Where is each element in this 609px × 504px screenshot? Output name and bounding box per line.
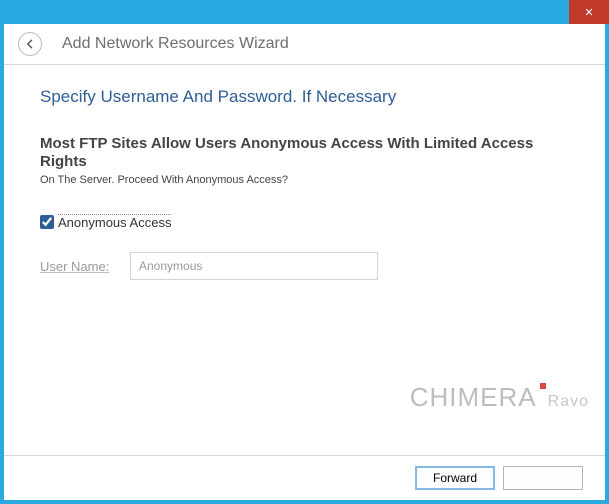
next-disabled-button <box>503 466 583 490</box>
arrow-left-icon <box>24 38 36 50</box>
watermark-main: CHIMERA <box>410 382 537 413</box>
header: Add Network Resources Wizard <box>4 24 605 65</box>
footer: Forward <box>4 455 605 500</box>
content-area: Specify Username And Password. If Necess… <box>4 65 605 455</box>
watermark: CHIMERA Ravo <box>410 382 589 413</box>
page-title: Specify Username And Password. If Necess… <box>40 87 569 107</box>
main-text: Most FTP Sites Allow Users Anonymous Acc… <box>40 135 569 171</box>
wizard-title: Add Network Resources Wizard <box>62 35 289 53</box>
username-row: User Name: <box>40 252 569 280</box>
anonymous-checkbox[interactable] <box>40 215 54 229</box>
username-input[interactable] <box>130 252 378 280</box>
anonymous-checkbox-label: Anonymous Access <box>58 214 171 230</box>
username-label: User Name: <box>40 259 116 274</box>
sub-text: On The Server. Proceed With Anonymous Ac… <box>40 173 569 188</box>
watermark-sub: Ravo <box>548 393 589 411</box>
close-icon: ✕ <box>584 6 593 19</box>
close-button[interactable]: ✕ <box>569 0 609 24</box>
back-button[interactable] <box>18 32 42 56</box>
titlebar: ✕ <box>0 0 609 24</box>
wizard-window: ✕ Add Network Resources Wizard Specify U… <box>0 0 609 504</box>
watermark-dot-icon <box>540 383 546 389</box>
forward-button[interactable]: Forward <box>415 466 495 490</box>
anonymous-checkbox-row: Anonymous Access <box>40 214 569 230</box>
